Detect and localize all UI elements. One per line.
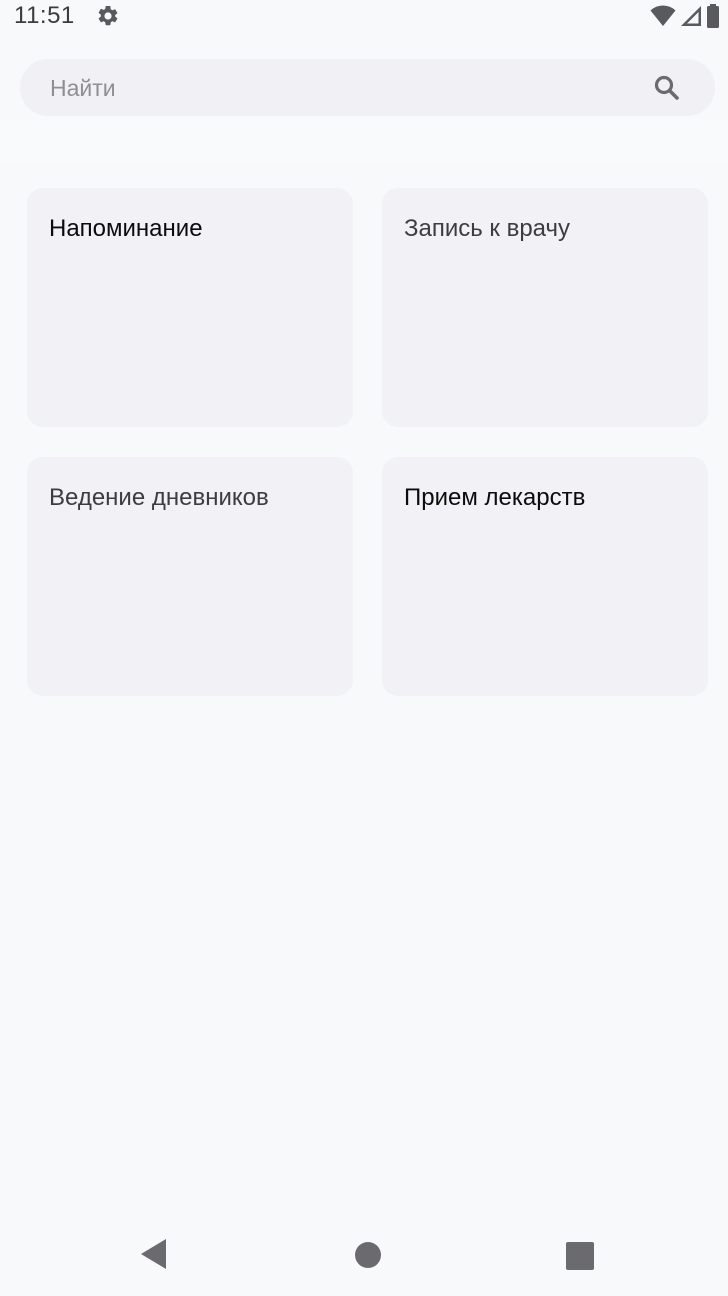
card-title: Прием лекарств (404, 484, 586, 511)
card-diaries[interactable]: Ведение дневников (27, 457, 353, 696)
search-placeholder: Найти (50, 75, 116, 101)
wifi-icon (650, 5, 676, 26)
status-time: 11:51 (14, 2, 75, 29)
cellular-signal-icon (681, 6, 701, 26)
back-icon[interactable] (140, 1238, 168, 1270)
status-indicators (650, 4, 720, 28)
search-input[interactable]: Найти (20, 59, 715, 116)
search-icon[interactable] (653, 74, 681, 102)
search-area: Найти (0, 32, 728, 162)
card-title: Ведение дневников (49, 484, 269, 511)
card-reminder[interactable]: Напоминание (27, 188, 353, 427)
card-title: Напоминание (49, 215, 203, 242)
gear-icon (98, 5, 118, 26)
home-icon[interactable] (354, 1241, 382, 1269)
card-medication[interactable]: Прием лекарств (382, 457, 708, 696)
recents-icon[interactable] (566, 1242, 594, 1270)
card-doctor-appointment[interactable]: Запись к врачу (382, 188, 708, 427)
battery-icon (707, 4, 719, 28)
card-title: Запись к врачу (404, 215, 571, 242)
status-bar: 11:51 (0, 0, 728, 32)
navigation-bar (0, 1224, 728, 1296)
